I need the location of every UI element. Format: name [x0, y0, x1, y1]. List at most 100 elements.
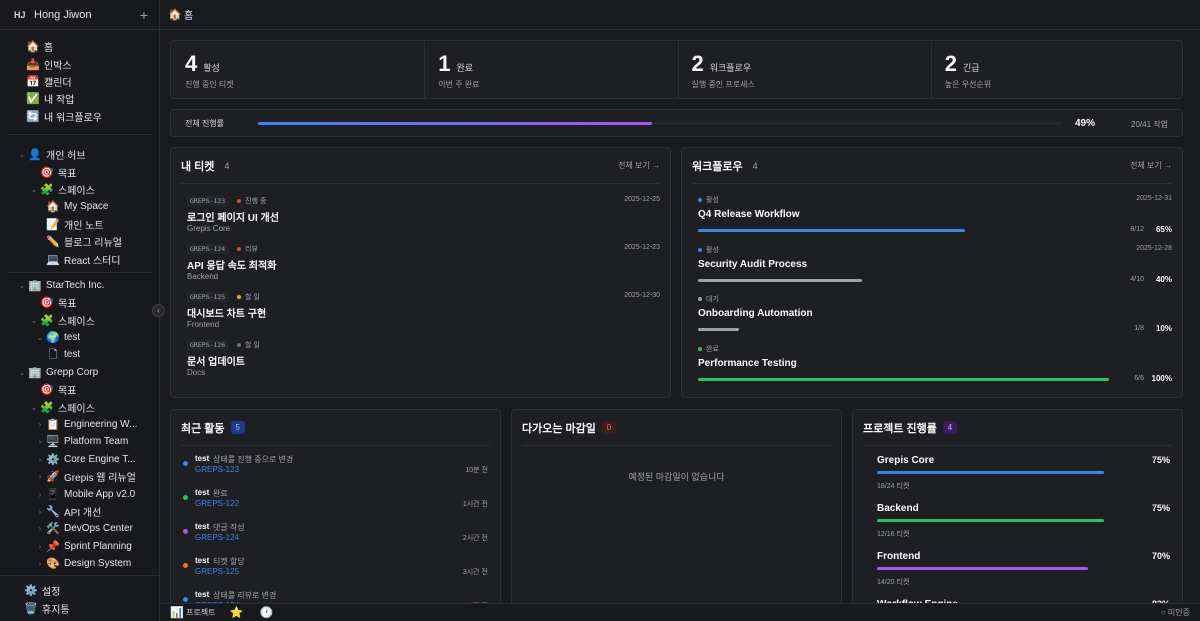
- tree-item[interactable]: 🎯 목표: [0, 381, 160, 398]
- ticket-item[interactable]: GREPS-123 진행 중 2025-12-25 로그인 페이지 UI 개선 Grep…: [187, 196, 660, 242]
- project-progress-item[interactable]: Grepis Core 75% 18/24 티켓: [865, 455, 1170, 499]
- projects-button[interactable]: 📊 프로젝트: [170, 606, 215, 619]
- workflow-item[interactable]: 완료 Performance Testing 6/6 100%: [698, 344, 1172, 392]
- ticket-item[interactable]: GREPS-124 리뷰 2025-12-23 API 응답 속도 최적화 Backen…: [187, 244, 660, 290]
- tree-item[interactable]: ⌄ 🏢 Grepp Corp: [0, 364, 160, 381]
- ticket-item[interactable]: GREPS-125 할 일 2025-12-30 대시보드 차트 구현 Frontend: [187, 292, 660, 338]
- tree-item[interactable]: › ⚙️ Core Engine T...: [0, 451, 160, 468]
- tree-item[interactable]: › 🔧 API 개선: [0, 503, 160, 520]
- project-progress-track: [877, 567, 1179, 570]
- activity-ticket-link[interactable]: GREPS-123: [195, 465, 239, 474]
- plus-icon[interactable]: +: [137, 7, 151, 23]
- tree-item[interactable]: 🗋 test: [0, 346, 160, 363]
- tree-item[interactable]: › 🚀 Grepis 웹 리뉴얼: [0, 468, 160, 485]
- sidebar-item-5[interactable]: 🔄 내 워크플로우: [0, 108, 160, 125]
- workflow-item[interactable]: 활성 2025-12-28 Security Audit Process 4/10 40…: [698, 245, 1172, 293]
- workflow-item[interactable]: 활성 2025-12-31 Q4 Release Workflow 8/12 65%: [698, 195, 1172, 243]
- activity-item[interactable]: test 상태를 진행 중으로 변경 GREPS-123 10분 전: [183, 452, 488, 486]
- collapse-sidebar-button[interactable]: ‹: [152, 304, 165, 317]
- tree-item[interactable]: › 🛠️ DevOps Center: [0, 520, 160, 537]
- chevron-right-icon[interactable]: ›: [36, 559, 44, 568]
- chevron-down-icon[interactable]: ⌄: [18, 368, 26, 377]
- ticket-item[interactable]: GREPS-126 할 일 문서 업데이트 Docs: [187, 340, 660, 386]
- tree-item[interactable]: ✏️ 블로그 리뉴얼: [0, 233, 160, 250]
- ticket-status-label: 할 일: [245, 294, 260, 301]
- chevron-right-icon[interactable]: ›: [36, 472, 44, 481]
- chevron-right-icon[interactable]: ›: [36, 420, 44, 429]
- sidebar-item-3[interactable]: 📅 캘린더: [0, 73, 160, 90]
- activity-dot: [183, 529, 188, 534]
- overall-progress-fill: [258, 122, 652, 125]
- tree-item[interactable]: ⌄ 🧩 스페이스: [0, 181, 160, 198]
- chevron-down-icon[interactable]: ⌄: [18, 281, 26, 290]
- activity-ticket-link[interactable]: GREPS-125: [195, 567, 239, 576]
- workspace-name[interactable]: Hong Jiwon: [34, 9, 137, 21]
- workflow-count: 1/8: [1134, 325, 1144, 332]
- tree-item[interactable]: ⌄ 👤 개인 허브: [0, 146, 160, 163]
- tree-item[interactable]: › 📱 Mobile App v2.0: [0, 485, 160, 502]
- tree-item-label: test: [64, 332, 81, 344]
- tree-item[interactable]: ⌄ 🏢 StarTech Inc.: [0, 277, 160, 294]
- activity-item[interactable]: test 완료 GREPS-122 1시간 전: [183, 486, 488, 520]
- project-progress-count: 4: [942, 421, 957, 434]
- favorites-button[interactable]: ⭐: [229, 606, 245, 619]
- chevron-down-icon[interactable]: ⌄: [30, 185, 38, 194]
- ticket-status: 할 일: [237, 292, 260, 302]
- chevron-right-icon[interactable]: ›: [36, 490, 44, 499]
- tree-item[interactable]: 💻 React 스터디: [0, 250, 160, 267]
- stat-1: 4 활성 진행 중인 티켓: [171, 41, 424, 99]
- divider: [930, 41, 932, 99]
- sidebar-item-4[interactable]: ✅ 내 작업: [0, 90, 160, 107]
- tree-item[interactable]: › 🖥️ Platform Team: [0, 433, 160, 450]
- project-progress-item[interactable]: Frontend 70% 14/20 티켓: [865, 551, 1170, 595]
- tree-item[interactable]: 🏠 My Space: [0, 198, 160, 215]
- tree-icon: ✏️: [46, 235, 60, 249]
- tree-item[interactable]: › 🎨 Design System: [0, 555, 160, 572]
- chevron-down-icon[interactable]: ⌄: [18, 150, 26, 159]
- chevron-right-icon[interactable]: ›: [36, 524, 44, 533]
- settings-button[interactable]: ⚙️ 설정: [0, 582, 160, 599]
- project-progress-fill: [877, 567, 1089, 570]
- tree-item[interactable]: 🎯 목표: [0, 294, 160, 311]
- my-tickets-view-all[interactable]: 전체 보기 →: [618, 160, 660, 171]
- tree-item[interactable]: 🎯 목표: [0, 163, 160, 180]
- deadlines-count: 0: [601, 421, 616, 434]
- chevron-down-icon[interactable]: ⌄: [36, 333, 44, 342]
- tree-icon: 🎯: [40, 165, 54, 179]
- activity-ticket-link[interactable]: GREPS-122: [195, 499, 239, 508]
- workspace-header[interactable]: HJ Hong Jiwon +: [0, 0, 159, 30]
- trash-button[interactable]: 🗑️ 휴지통: [0, 599, 160, 616]
- tree-item[interactable]: ⌄ 🧩 스페이스: [0, 312, 160, 329]
- activity-ticket-link[interactable]: GREPS-124: [195, 533, 239, 542]
- activity-item[interactable]: test상태를 리뷰로 변경GREPS-1245시간 전: [183, 588, 488, 603]
- tree-item[interactable]: › 📋 Engineering W...: [0, 416, 160, 433]
- sidebar-item-2[interactable]: 📥 인박스: [0, 55, 160, 72]
- tree-item[interactable]: ⌄ 🌍 test: [0, 329, 160, 346]
- workflows-card: 워크플로우 4 전체 보기 → 활성 2025-12-31 Q4 Release W…: [681, 147, 1183, 398]
- sidebar-item-1[interactable]: 🏠 홈: [0, 38, 160, 55]
- tree-item[interactable]: ⌄ 🧩 스페이스: [0, 398, 160, 415]
- chevron-right-icon[interactable]: ›: [36, 437, 44, 446]
- chevron-right-icon[interactable]: ›: [36, 542, 44, 551]
- chevron-down-icon[interactable]: ⌄: [30, 403, 38, 412]
- recent-button[interactable]: 🕐: [259, 606, 275, 619]
- ticket-status: 리뷰: [237, 244, 258, 254]
- chevron-right-icon[interactable]: ›: [36, 507, 44, 516]
- workflow-item[interactable]: 대기 Onboarding Automation 1/8 10%: [698, 294, 1172, 342]
- activity-item[interactable]: test 댓글 작성 GREPS-124 2시간 전: [183, 520, 488, 554]
- workflow-title: Performance Testing: [698, 357, 797, 369]
- activity-item[interactable]: test 티켓 할당 GREPS-125 3시간 전: [183, 554, 488, 588]
- auth-status[interactable]: ○ 미인증: [1161, 607, 1190, 618]
- chevron-down-icon[interactable]: ⌄: [30, 316, 38, 325]
- tree-item-label: StarTech Inc.: [46, 279, 105, 291]
- workflows-view-all[interactable]: 전체 보기 →: [1130, 160, 1172, 171]
- gear-icon: ⚙️: [24, 584, 38, 598]
- stat-name: 긴급: [963, 63, 980, 73]
- workflow-progress-track: [698, 278, 1109, 282]
- tree-icon: 🧩: [40, 313, 54, 327]
- tree-item[interactable]: › 📌 Sprint Planning: [0, 538, 160, 555]
- tree-item[interactable]: 📝 개인 노트: [0, 216, 160, 233]
- project-progress-item[interactable]: Backend 75% 12/16 티켓: [865, 503, 1170, 547]
- chevron-right-icon[interactable]: ›: [36, 455, 44, 464]
- breadcrumb-home[interactable]: 홈: [184, 7, 193, 22]
